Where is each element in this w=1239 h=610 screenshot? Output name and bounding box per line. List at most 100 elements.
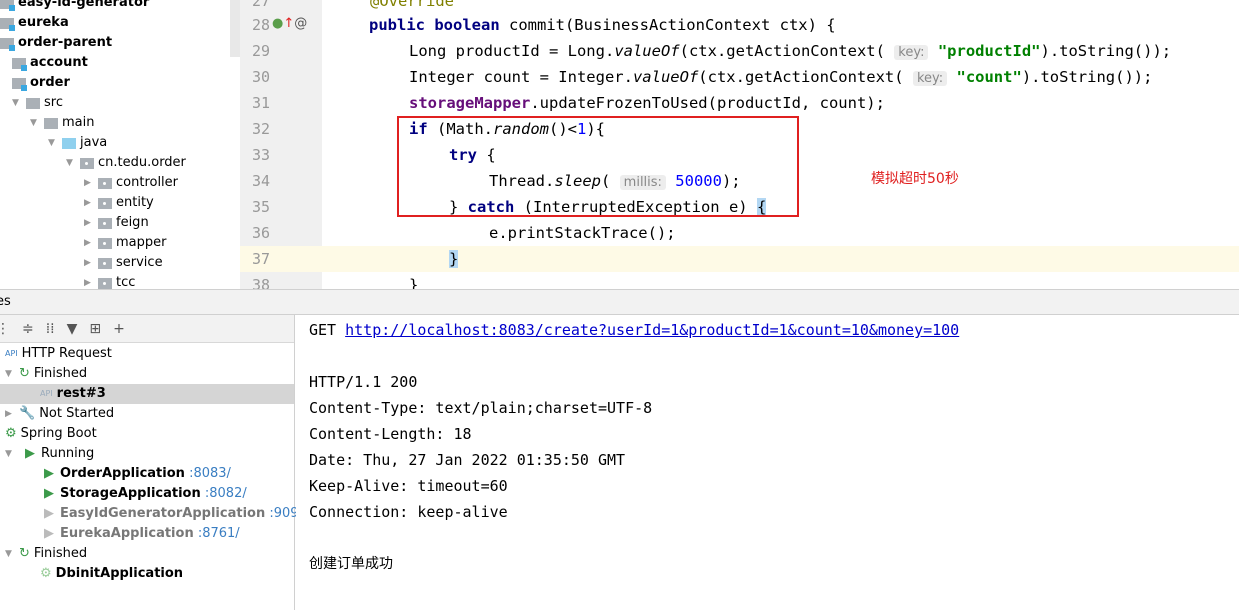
run-icon: ▶ <box>44 466 54 481</box>
collapse-arrow-icon[interactable]: ▶ <box>84 253 98 273</box>
annotation-note: 模拟超时50秒 <box>871 171 959 187</box>
services-title-bar: es <box>0 289 1239 315</box>
service-item[interactable]: ▶ EasyIdGeneratorApplication :9090/ <box>0 504 311 524</box>
service-item[interactable]: API rest#3 <box>0 384 294 404</box>
tree-item[interactable]: ▼ src <box>12 93 63 113</box>
line-number: 29 <box>251 42 270 60</box>
tree-item[interactable]: ▼ main <box>30 113 94 133</box>
collapse-arrow-icon[interactable]: ▶ <box>84 233 98 253</box>
expand-arrow-icon[interactable]: ▼ <box>66 153 80 173</box>
port-link[interactable]: :8083/ <box>189 464 231 484</box>
run-icon: ▶ <box>44 506 54 521</box>
project-tree[interactable]: easy-id-generator eureka order-parent ac… <box>0 0 240 290</box>
port-link[interactable]: :8761/ <box>198 524 240 544</box>
implements-override-icon[interactable]: ●↑@ <box>272 16 307 31</box>
wrench-icon: 🔧 <box>19 406 36 421</box>
collapse-all-icon[interactable]: ≑ <box>22 321 34 337</box>
folder-icon <box>44 117 58 129</box>
service-group[interactable]: ▼ ▶ Running <box>0 444 294 464</box>
group-by-icon[interactable]: ⁞⁞ <box>46 321 55 337</box>
expand-all-icon[interactable]: ⋮ <box>0 321 10 337</box>
expand-arrow-icon[interactable]: ▼ <box>5 364 19 384</box>
package-icon <box>98 197 112 209</box>
code-line: e.printStackTrace(); <box>489 224 676 242</box>
collapse-arrow-icon[interactable]: ▶ <box>84 273 98 290</box>
response-header: Content-Length: 18 <box>309 425 472 443</box>
package-icon <box>98 237 112 249</box>
package-icon <box>98 217 112 229</box>
tree-item[interactable]: ▶ service <box>84 253 163 273</box>
folder-icon <box>26 97 40 109</box>
module-icon <box>0 37 15 51</box>
tree-item[interactable]: account <box>12 53 88 73</box>
scrollbar[interactable] <box>230 0 240 57</box>
response-header: Date: Thu, 27 Jan 2022 01:35:50 GMT <box>309 451 626 469</box>
line-number: 28 <box>251 16 270 34</box>
service-group[interactable]: API HTTP Request <box>0 344 294 364</box>
code-line: Integer count = Integer.valueOf(ctx.getA… <box>409 68 1153 86</box>
collapse-arrow-icon[interactable]: ▶ <box>84 193 98 213</box>
run-icon: ▶ <box>44 526 54 541</box>
tree-item[interactable]: order <box>12 73 70 93</box>
request-url-link[interactable]: http://localhost:8083/create?userId=1&pr… <box>345 321 959 339</box>
spring-boot-icon: ⚙ <box>40 566 52 581</box>
package-icon <box>98 277 112 289</box>
request-line: GET http://localhost:8083/create?userId=… <box>309 321 960 339</box>
response-header: Content-Type: text/plain;charset=UTF-8 <box>309 399 653 417</box>
tree-item[interactable]: ▶ tcc <box>84 273 135 290</box>
service-item[interactable]: ▶ EurekaApplication :8761/ <box>0 524 294 544</box>
service-group[interactable]: ▼ ↻ Finished <box>0 544 294 564</box>
http-response-output[interactable]: GET http://localhost:8083/create?userId=… <box>296 315 1239 610</box>
expand-arrow-icon[interactable]: ▼ <box>48 133 62 153</box>
service-group[interactable]: ⚙ Spring Boot <box>0 424 294 444</box>
response-body: 创建订单成功 <box>309 556 393 572</box>
tree-item[interactable]: easy-id-generator <box>0 0 149 13</box>
tree-item[interactable]: ▶ controller <box>84 173 178 193</box>
line-number: 34 <box>251 172 270 190</box>
source-folder-icon <box>62 137 76 149</box>
code-line: } <box>449 250 459 268</box>
filter-icon[interactable]: ▼ <box>67 321 78 337</box>
response-header: Connection: keep-alive <box>309 503 508 521</box>
module-icon <box>0 0 15 11</box>
tree-item[interactable]: ▼ cn.tedu.order <box>66 153 186 173</box>
expand-arrow-icon[interactable]: ▼ <box>5 444 19 464</box>
spring-boot-icon: ⚙ <box>5 426 17 441</box>
tree-item[interactable]: order-parent <box>0 33 112 53</box>
tree-item[interactable]: eureka <box>0 13 69 33</box>
collapse-arrow-icon[interactable]: ▶ <box>84 213 98 233</box>
port-link[interactable]: :8082/ <box>205 484 247 504</box>
tree-item[interactable]: ▶ mapper <box>84 233 166 253</box>
rerun-icon: ↻ <box>19 366 30 381</box>
service-group[interactable]: ▶ 🔧 Not Started <box>0 404 294 424</box>
services-panel[interactable]: ⋮ ≑ ⁞⁞ ▼ ⊞ + API HTTP Request ▼ ↻ Finished … <box>0 315 311 610</box>
service-group[interactable]: ▼ ↻ Finished <box>0 364 294 384</box>
line-number: 36 <box>251 224 270 242</box>
package-icon <box>98 257 112 269</box>
module-icon <box>12 57 27 71</box>
code-line: Long productId = Long.valueOf(ctx.getAct… <box>409 42 1172 60</box>
param-hint: key: <box>894 45 929 60</box>
line-number: 35 <box>251 198 270 216</box>
tree-item[interactable]: ▶ entity <box>84 193 154 213</box>
collapse-arrow-icon[interactable]: ▶ <box>5 404 19 424</box>
add-service-icon[interactable]: + <box>113 321 125 337</box>
package-icon <box>80 157 94 169</box>
tree-item[interactable]: ▼ java <box>48 133 107 153</box>
highlight-box <box>397 116 799 217</box>
api-icon: API <box>5 349 18 358</box>
module-icon <box>0 17 15 31</box>
expand-arrow-icon[interactable]: ▼ <box>30 113 44 133</box>
status-line: HTTP/1.1 200 <box>309 373 418 391</box>
response-header: Keep-Alive: timeout=60 <box>309 477 508 495</box>
service-item[interactable]: ▶ StorageApplication :8082/ <box>0 484 294 504</box>
collapse-arrow-icon[interactable]: ▶ <box>84 173 98 193</box>
expand-arrow-icon[interactable]: ▼ <box>5 544 19 564</box>
tree-item[interactable]: ▶ feign <box>84 213 149 233</box>
service-item[interactable]: ⚙ DbinitApplication <box>0 564 294 584</box>
service-item[interactable]: ▶ OrderApplication :8083/ <box>0 464 294 484</box>
rerun-icon: ↻ <box>19 546 30 561</box>
new-tab-icon[interactable]: ⊞ <box>89 321 101 337</box>
expand-arrow-icon[interactable]: ▼ <box>12 93 26 113</box>
current-line-highlight <box>240 246 1239 272</box>
